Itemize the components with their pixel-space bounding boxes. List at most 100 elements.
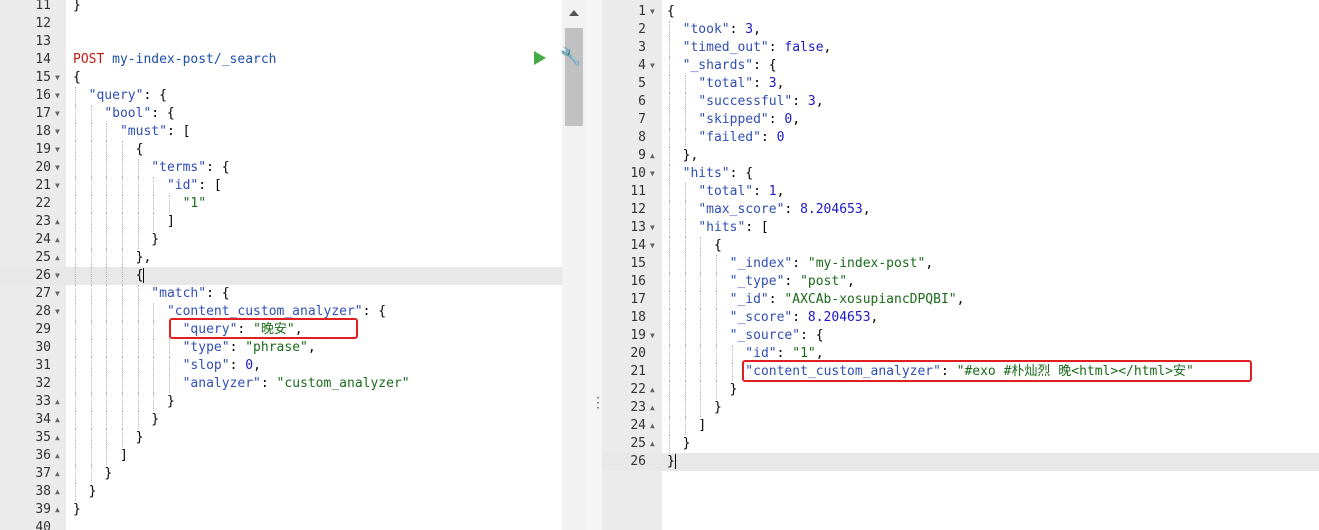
code-text: }, xyxy=(135,250,152,265)
code-line[interactable]: } xyxy=(66,465,562,483)
pane-splitter[interactable]: ⋮ xyxy=(586,0,605,530)
code-line[interactable]: "query": { xyxy=(66,87,562,105)
code-line[interactable]: "total": 3, xyxy=(662,75,1319,93)
response-code-area[interactable]: {"took": 3, "timed_out": false, "_shards":… xyxy=(662,0,1319,530)
fold-arrow-down-icon[interactable]: ▼ xyxy=(55,177,60,195)
code-line[interactable]: POST my-index-post/_search xyxy=(66,51,562,69)
code-line[interactable]: { xyxy=(662,3,1319,21)
code-line[interactable]: } xyxy=(66,483,562,501)
code-line[interactable]: "_type": "post", xyxy=(662,273,1319,291)
code-line[interactable]: } xyxy=(66,501,562,519)
code-line[interactable]: "skipped": 0, xyxy=(662,111,1319,129)
fold-arrow-down-icon[interactable]: ▼ xyxy=(55,105,60,123)
code-line[interactable]: ] xyxy=(662,417,1319,435)
fold-arrow-down-icon[interactable]: ▼ xyxy=(650,57,655,75)
code-line[interactable] xyxy=(66,519,562,530)
code-line[interactable]: "id": [ xyxy=(66,177,562,195)
code-line[interactable] xyxy=(66,15,562,33)
indent-guide xyxy=(90,159,92,177)
request-editor-pane[interactable]: 11 12 13 14 15 ▼ 16 ▼ 17 ▼ 18 ▼ 19 ▼ 20 ▼ 21 ▼ 22 23 ▲ 24 ▲ 25 ▲… xyxy=(0,0,586,530)
fold-arrow-up-icon[interactable]: ▲ xyxy=(55,429,60,447)
code-line[interactable]: } xyxy=(66,0,562,15)
fold-arrow-down-icon[interactable]: ▼ xyxy=(55,303,60,321)
request-code-area[interactable]: } POST my-index-post/_search{"query": {"b… xyxy=(66,0,562,530)
code-line[interactable]: "_score": 8.204653, xyxy=(662,309,1319,327)
fold-arrow-up-icon[interactable]: ▲ xyxy=(55,501,60,519)
code-line[interactable]: } xyxy=(66,411,562,429)
fold-arrow-up-icon[interactable]: ▲ xyxy=(650,435,655,453)
code-line[interactable]: "max_score": 8.204653, xyxy=(662,201,1319,219)
code-line[interactable]: "slop": 0, xyxy=(66,357,562,375)
fold-arrow-up-icon[interactable]: ▲ xyxy=(650,417,655,435)
fold-arrow-up-icon[interactable]: ▲ xyxy=(55,483,60,501)
fold-arrow-down-icon[interactable]: ▼ xyxy=(55,123,60,141)
response-viewer-pane[interactable]: 1 ▼ 2 3 4 ▼ 5 6 7 8 9 ▲ 10 ▼ 11 12 13 ▼ 14 ▼ 15 16 17 18 19 ▼ 20 21… xyxy=(602,0,1319,530)
code-line[interactable]: "successful": 3, xyxy=(662,93,1319,111)
code-line[interactable]: { xyxy=(66,69,562,87)
code-line[interactable]: "analyzer": "custom_analyzer" xyxy=(66,375,562,393)
line-number: 14 ▼ xyxy=(602,237,662,255)
code-line[interactable]: "must": [ xyxy=(66,123,562,141)
code-line[interactable]: }, xyxy=(662,147,1319,165)
fold-arrow-up-icon[interactable]: ▲ xyxy=(55,393,60,411)
code-line[interactable]: } xyxy=(662,399,1319,417)
code-line[interactable]: { xyxy=(66,267,562,285)
code-line[interactable]: "_source": { xyxy=(662,327,1319,345)
code-line[interactable]: } xyxy=(662,453,1319,471)
code-line[interactable]: "total": 1, xyxy=(662,183,1319,201)
code-line[interactable]: "bool": { xyxy=(66,105,562,123)
fold-arrow-down-icon[interactable]: ▼ xyxy=(650,165,655,183)
fold-arrow-down-icon[interactable]: ▼ xyxy=(55,87,60,105)
code-line[interactable]: "timed_out": false, xyxy=(662,39,1319,57)
fold-arrow-up-icon[interactable]: ▲ xyxy=(55,231,60,249)
code-line[interactable]: "hits": { xyxy=(662,165,1319,183)
fold-arrow-down-icon[interactable]: ▼ xyxy=(55,285,60,303)
code-line[interactable]: "1" xyxy=(66,195,562,213)
code-line[interactable]: } xyxy=(66,393,562,411)
code-line[interactable] xyxy=(66,33,562,51)
fold-arrow-up-icon[interactable]: ▲ xyxy=(650,147,655,165)
request-scrollbar[interactable] xyxy=(562,0,586,530)
code-line[interactable]: "type": "phrase", xyxy=(66,339,562,357)
fold-arrow-down-icon[interactable]: ▼ xyxy=(650,327,655,345)
fold-arrow-up-icon[interactable]: ▲ xyxy=(650,381,655,399)
fold-arrow-down-icon[interactable]: ▼ xyxy=(650,219,655,237)
fold-arrow-down-icon[interactable]: ▼ xyxy=(55,267,60,285)
fold-arrow-up-icon[interactable]: ▲ xyxy=(55,447,60,465)
line-number: 20 xyxy=(602,345,662,363)
code-line[interactable]: ] xyxy=(66,447,562,465)
scroll-up-icon[interactable] xyxy=(569,10,579,16)
code-line[interactable]: } xyxy=(66,429,562,447)
code-line[interactable]: "_index": "my-index-post", xyxy=(662,255,1319,273)
fold-arrow-up-icon[interactable]: ▲ xyxy=(55,465,60,483)
code-line[interactable]: "terms": { xyxy=(66,159,562,177)
scrollbar-thumb[interactable] xyxy=(565,28,583,126)
code-line[interactable]: "hits": [ xyxy=(662,219,1319,237)
code-line[interactable]: ] xyxy=(66,213,562,231)
code-line[interactable]: "match": { xyxy=(66,285,562,303)
fold-arrow-down-icon[interactable]: ▼ xyxy=(650,237,655,255)
fold-arrow-down-icon[interactable]: ▼ xyxy=(55,159,60,177)
run-request-button[interactable] xyxy=(534,51,546,65)
code-line[interactable]: { xyxy=(662,237,1319,255)
fold-arrow-up-icon[interactable]: ▲ xyxy=(55,249,60,267)
code-line[interactable]: } xyxy=(662,381,1319,399)
code-line[interactable]: "took": 3, xyxy=(662,21,1319,39)
indent-guide xyxy=(90,303,92,321)
indent-guide xyxy=(684,363,686,381)
code-line[interactable]: }, xyxy=(66,249,562,267)
fold-arrow-up-icon[interactable]: ▲ xyxy=(55,213,60,231)
fold-arrow-down-icon[interactable]: ▼ xyxy=(55,141,60,159)
code-line[interactable]: "failed": 0 xyxy=(662,129,1319,147)
code-line[interactable]: "_id": "AXCAb-xosupiancDPQBI", xyxy=(662,291,1319,309)
code-line[interactable]: "_shards": { xyxy=(662,57,1319,75)
fold-arrow-up-icon[interactable]: ▲ xyxy=(55,411,60,429)
code-line[interactable]: { xyxy=(66,141,562,159)
fold-arrow-up-icon[interactable]: ▲ xyxy=(650,399,655,417)
code-line[interactable]: } xyxy=(662,435,1319,453)
line-number: 26 ▼ xyxy=(0,267,66,285)
fold-arrow-down-icon[interactable]: ▼ xyxy=(650,3,655,21)
fold-arrow-down-icon[interactable]: ▼ xyxy=(55,69,60,87)
wrench-icon[interactable]: 🔧 xyxy=(560,48,581,66)
code-line[interactable]: } xyxy=(66,231,562,249)
